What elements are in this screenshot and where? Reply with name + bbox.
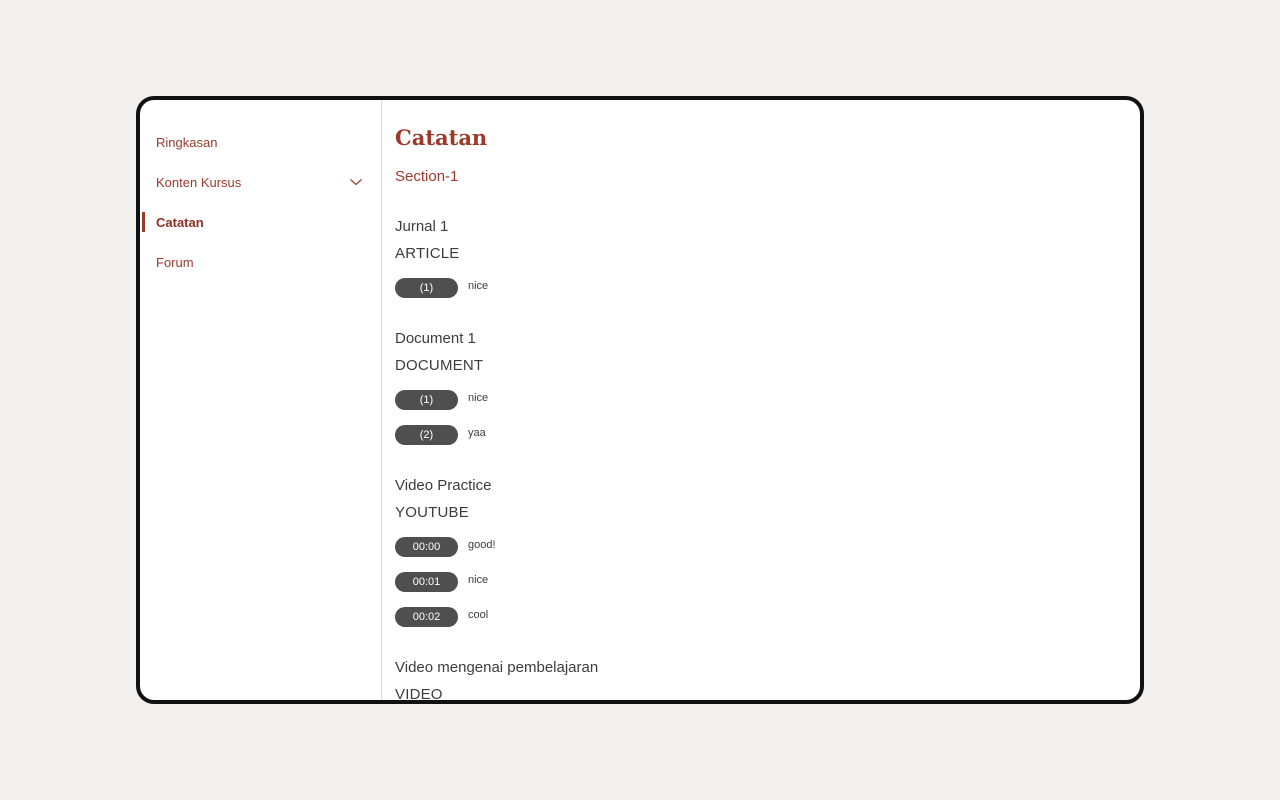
note-marker-button[interactable]: (1) [395, 277, 458, 298]
note-group: Video mengenai pembelajaran VIDEO [395, 659, 1127, 700]
chevron-down-icon-svg [350, 179, 362, 186]
page-title: Catatan [395, 125, 488, 150]
notes-content: Catatan Section-1 Jurnal 1 ARTICLE (1) n… [382, 100, 1140, 700]
note-entry: 00:02 cool [395, 606, 1127, 627]
timestamp-button[interactable]: 00:00 [395, 536, 458, 557]
note-entry: (1) nice [395, 277, 1127, 298]
content-type: DOCUMENT [395, 357, 484, 374]
content-title: Video Practice [395, 477, 492, 494]
content-title: Document 1 [395, 330, 476, 347]
note-marker-button[interactable]: (2) [395, 424, 458, 445]
content-title: Jurnal 1 [395, 218, 449, 235]
note-group: Video Practice YOUTUBE 00:00 good! 00:01… [395, 477, 1127, 627]
content-type: YOUTUBE [395, 504, 469, 521]
note-text: nice [468, 574, 489, 586]
sidebar-item-konten-kursus[interactable]: Konten Kursus [140, 162, 381, 202]
note-marker-button[interactable]: (1) [395, 389, 458, 410]
note-entry: 00:00 good! [395, 536, 1127, 557]
sidebar-item-forum[interactable]: Forum [140, 242, 381, 282]
note-text: yaa [468, 427, 486, 439]
content-title: Video mengenai pembelajaran [395, 659, 599, 676]
note-text: nice [468, 392, 489, 404]
sidebar-item-ringkasan[interactable]: Ringkasan [140, 122, 381, 162]
sidebar-item-label: Ringkasan [156, 134, 218, 150]
sidebar-item-catatan[interactable]: Catatan [140, 202, 381, 242]
sidebar-item-label: Forum [156, 254, 194, 270]
sidebar-item-label: Konten Kursus [156, 174, 242, 190]
note-entry: 00:01 nice [395, 571, 1127, 592]
timestamp-button[interactable]: 00:02 [395, 606, 458, 627]
note-entry: (1) nice [395, 389, 1127, 410]
chevron-down-icon[interactable] [349, 175, 363, 189]
app-window: Ringkasan Konten Kursus Catatan Forum Ca… [136, 96, 1144, 704]
note-text: nice [468, 280, 489, 292]
note-group: Document 1 DOCUMENT (1) nice (2) yaa [395, 330, 1127, 445]
note-text: cool [468, 609, 489, 621]
content-type: VIDEO [395, 686, 443, 700]
content-type: ARTICLE [395, 245, 460, 262]
note-group: Jurnal 1 ARTICLE (1) nice [395, 218, 1127, 298]
sidebar-item-label: Catatan [156, 214, 204, 230]
note-text: good! [468, 539, 496, 551]
sidebar: Ringkasan Konten Kursus Catatan Forum [140, 100, 382, 700]
timestamp-button[interactable]: 00:01 [395, 571, 458, 592]
section-title: Section-1 [395, 168, 459, 185]
note-entry: (2) yaa [395, 424, 1127, 445]
